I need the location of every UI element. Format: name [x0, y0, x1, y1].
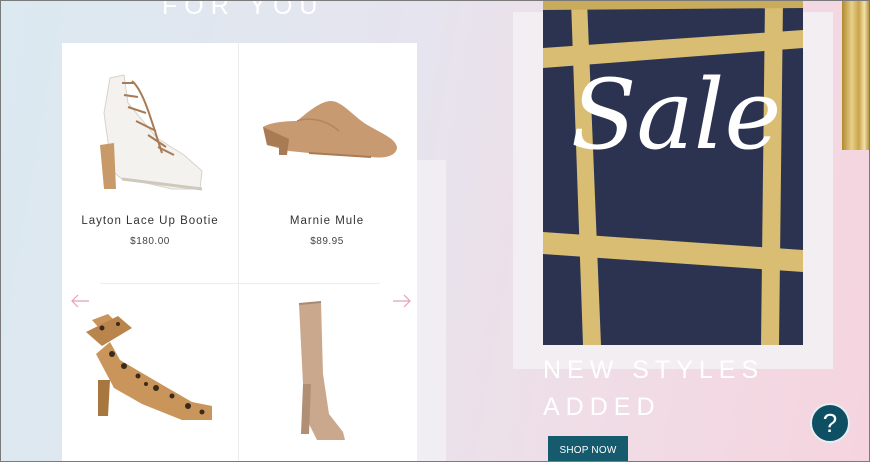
promo-line-1: NEW STYLES — [543, 356, 765, 384]
gold-decor-image — [842, 0, 870, 150]
product-card[interactable]: Marnie Mule $89.95 — [239, 43, 415, 283]
product-image[interactable] — [62, 284, 238, 444]
shop-now-button[interactable]: SHOP NOW — [548, 436, 628, 462]
carousel-next-arrow-icon[interactable] — [392, 294, 412, 308]
product-price: $89.95 — [310, 236, 344, 247]
help-button[interactable]: ? — [810, 403, 850, 443]
product-card[interactable]: Layton Lace Up Bootie $180.00 — [62, 43, 238, 283]
product-card[interactable] — [62, 284, 238, 462]
sale-word: Sale — [570, 59, 782, 171]
product-image[interactable] — [239, 284, 415, 444]
decorative-panel — [417, 160, 446, 462]
product-name[interactable]: Layton Lace Up Bootie — [62, 215, 238, 227]
question-icon: ? — [822, 408, 838, 438]
product-image[interactable] — [62, 43, 238, 203]
carousel-prev-arrow-icon[interactable] — [70, 294, 90, 308]
product-image[interactable] — [239, 43, 415, 203]
promo-line-2: ADDED — [543, 393, 661, 421]
sale-banner-image[interactable]: Sale — [543, 0, 803, 345]
product-carousel: Layton Lace Up Bootie $180.00 Marnie Mul… — [62, 43, 417, 462]
caret-icon — [52, 456, 60, 462]
product-card[interactable] — [239, 284, 415, 462]
promo-headline: NEW STYLES ADDED — [543, 352, 764, 426]
product-price: $180.00 — [130, 236, 170, 247]
product-name[interactable]: Marnie Mule — [239, 215, 415, 227]
section-heading: FOR YOU — [162, 0, 325, 20]
